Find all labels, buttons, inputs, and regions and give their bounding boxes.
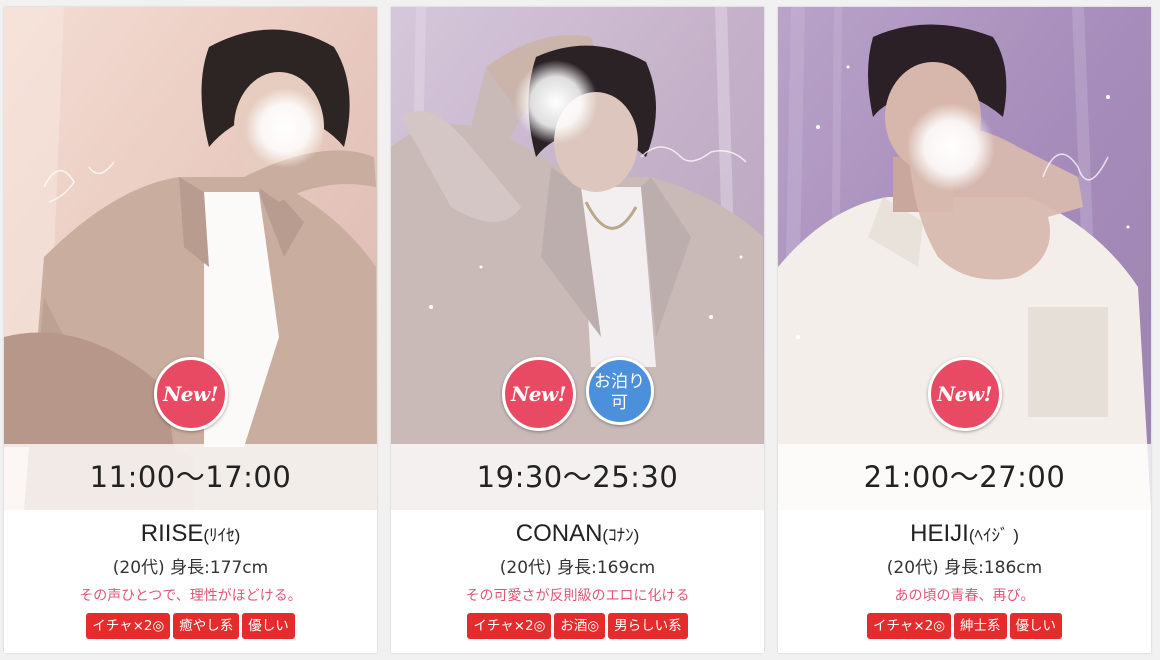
cast-card-heiji[interactable]: New! 21:00〜27:00 HEIJI(ﾍｲｼﾞ ) (20代) 身長:1… — [778, 7, 1151, 653]
tag: 男らしい系 — [608, 613, 688, 639]
cast-height: 身長:186cm — [944, 558, 1043, 578]
tag: お酒◎ — [554, 613, 606, 639]
tag: 優しい — [242, 613, 295, 639]
badge-group: New! お泊り 可 — [391, 357, 764, 437]
cast-height: 身長:177cm — [170, 558, 269, 578]
cast-name-text: RIISE — [140, 520, 204, 547]
tag: 紳士系 — [954, 613, 1007, 639]
cast-height: 身長:169cm — [557, 558, 656, 578]
tag: 優しい — [1009, 613, 1063, 639]
new-badge: New! — [927, 357, 1002, 431]
cast-age: (20代) — [886, 558, 939, 578]
cast-name[interactable]: RIISE(ﾘｲｾ) — [4, 519, 377, 551]
schedule-time: 19:30〜25:30 — [391, 444, 764, 510]
cast-spec: (20代) 身長:177cm — [4, 557, 377, 579]
cast-name-kana: (ﾍｲｼﾞ ) — [968, 526, 1019, 545]
cast-name-text: HEIJI — [910, 520, 969, 547]
cast-info: HEIJI(ﾍｲｼﾞ ) (20代) 身長:186cm あの頃の青春、再び。 イ… — [778, 510, 1151, 653]
cast-card-conan[interactable]: New! お泊り 可 19:30〜25:30 CONAN(ｺﾅﾝ) (20代) … — [391, 7, 764, 653]
new-badge: New! — [153, 357, 228, 431]
cast-name[interactable]: CONAN(ｺﾅﾝ) — [391, 519, 764, 551]
new-badge: New! — [501, 357, 576, 431]
cast-name-kana: (ﾘｲｾ) — [203, 526, 241, 545]
cast-catchphrase: あの頃の青春、再び。 — [894, 588, 1035, 604]
cast-spec: (20代) 身長:169cm — [391, 557, 764, 579]
tag: イチャ×2◎ — [467, 613, 552, 639]
cast-name-kana: (ｺﾅﾝ) — [602, 526, 640, 545]
cast-age: (20代) — [112, 558, 165, 578]
cast-grid: New! 11:00〜17:00 RIISE(ﾘｲｾ) (20代) 身長:177… — [0, 0, 1160, 660]
cast-card-riise[interactable]: New! 11:00〜17:00 RIISE(ﾘｲｾ) (20代) 身長:177… — [4, 7, 377, 653]
schedule-time: 21:00〜27:00 — [778, 444, 1151, 510]
cast-age: (20代) — [499, 558, 552, 578]
cast-catchphrase: その可愛さが反則級のエロに化ける — [465, 588, 690, 604]
overnight-badge-line2: 可 — [611, 393, 628, 413]
cast-name-text: CONAN — [515, 520, 603, 547]
tag: イチャ×2◎ — [866, 613, 952, 639]
cast-tags: イチャ×2◎ お酒◎ 男らしい系 — [391, 613, 764, 639]
cast-catchphrase: その声ひとつで、理性がほどける。 — [79, 588, 302, 604]
cast-info: CONAN(ｺﾅﾝ) (20代) 身長:169cm その可愛さが反則級のエロに化… — [391, 510, 764, 653]
badge-group: New! — [778, 357, 1151, 437]
overnight-badge-line1: お泊り — [594, 372, 645, 392]
badge-group: New! — [4, 357, 377, 437]
cast-tags: イチャ×2◎ 紳士系 優しい — [778, 613, 1151, 639]
cast-tags: イチャ×2◎ 癒やし系 優しい — [4, 613, 377, 639]
cast-info: RIISE(ﾘｲｾ) (20代) 身長:177cm その声ひとつで、理性がほどけ… — [4, 510, 377, 653]
tag: イチャ×2◎ — [86, 613, 171, 639]
overnight-badge: お泊り 可 — [585, 357, 654, 425]
tag: 癒やし系 — [173, 613, 240, 639]
cast-name[interactable]: HEIJI(ﾍｲｼﾞ ) — [778, 519, 1151, 551]
schedule-time: 11:00〜17:00 — [4, 444, 377, 510]
cast-spec: (20代) 身長:186cm — [778, 557, 1151, 579]
